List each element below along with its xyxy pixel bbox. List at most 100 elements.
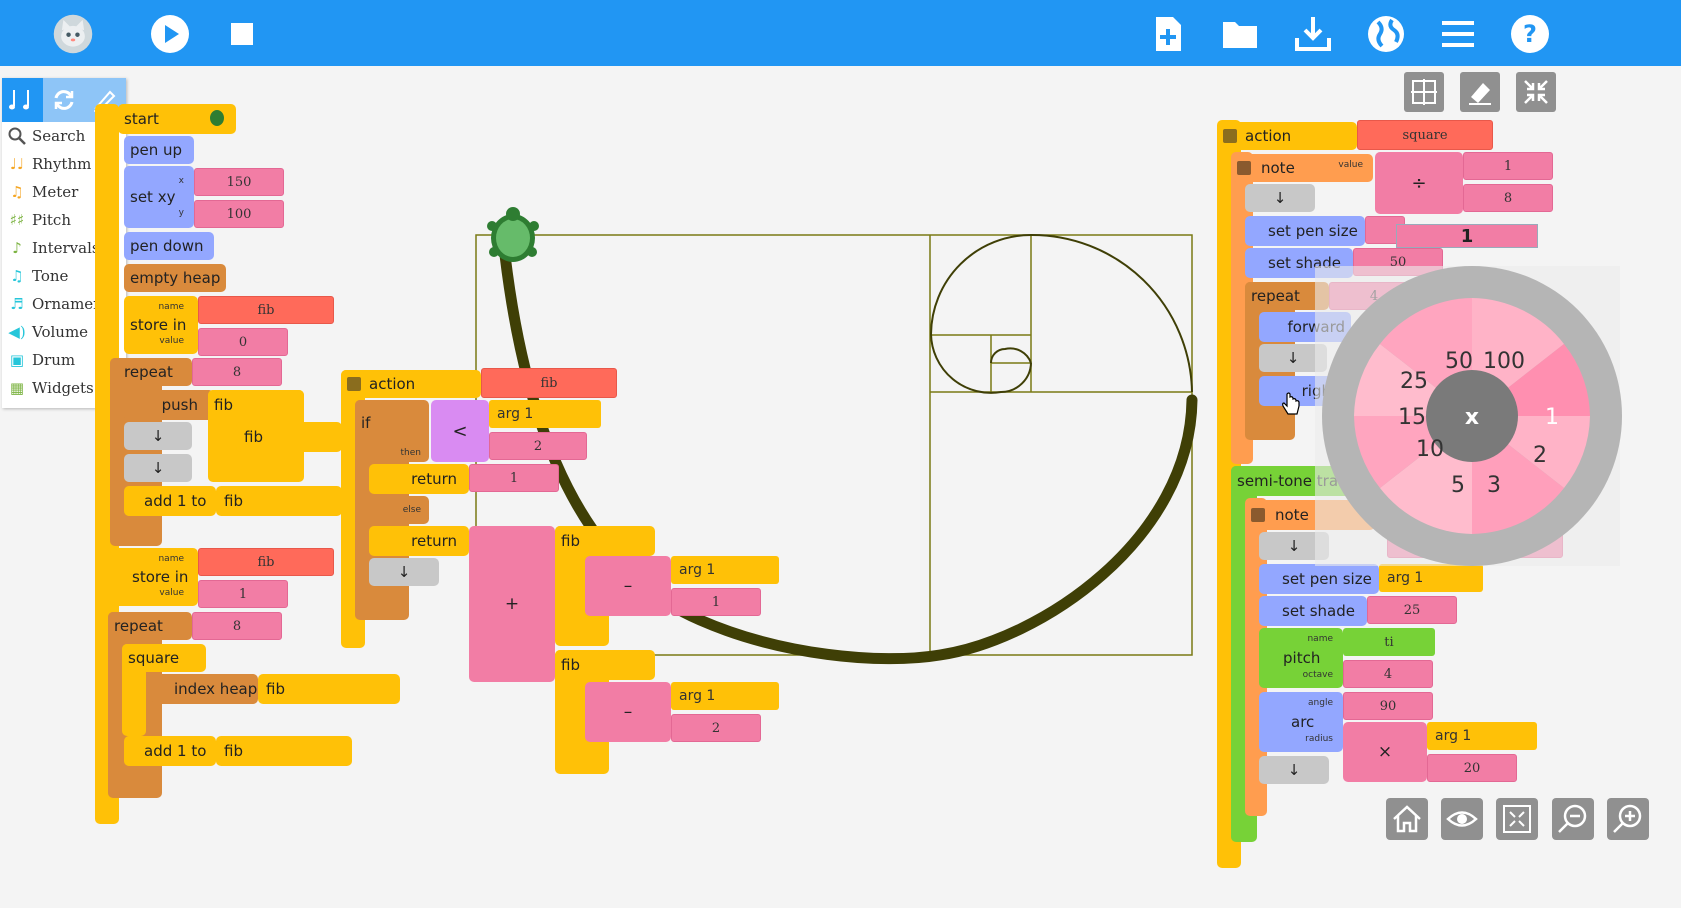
if-block[interactable]: if then [355,400,429,462]
arc-angle[interactable]: 90 [1343,692,1433,720]
drum-icon: ▣ [9,351,25,369]
store-in-block-1[interactable]: store in name value [124,296,198,354]
pen-down-block[interactable]: pen down [124,232,214,260]
collapse-icon[interactable] [347,377,361,391]
hidden-block-1[interactable]: ↓ [124,422,192,450]
less-than-block[interactable]: < [431,400,489,462]
collapse-blocks-icon[interactable] [1496,798,1538,840]
rhythm-icon: ♩♩ [9,155,25,173]
store-name-1[interactable]: fib [198,296,334,324]
pitch-block[interactable]: pitch name octave [1259,628,1343,688]
add-1-block-2[interactable]: add 1 to [124,736,216,766]
push-block[interactable]: push [124,390,214,420]
empty-heap-block[interactable]: empty heap [124,264,226,292]
fib-call-b[interactable]: fib [555,650,655,680]
zoom-out-icon[interactable] [1552,798,1594,840]
block-label: store in [130,316,187,334]
start-block[interactable]: start [118,104,236,134]
block-label: fib [224,492,243,510]
minus-arg1-b[interactable]: arg 1 [671,682,779,710]
divide-block[interactable]: ÷ [1375,152,1463,214]
minus-arg1-a[interactable]: arg 1 [671,556,779,584]
action-fib-block[interactable]: action [341,370,481,398]
block-label: set pen size [1282,570,1372,588]
shade-value-2[interactable]: 25 [1367,596,1457,624]
plus-block[interactable]: + [469,526,555,682]
repeat-block-1[interactable]: repeat [110,358,192,386]
action-fib-name[interactable]: fib [481,368,617,398]
note-denominator[interactable]: 8 [1463,184,1553,212]
add-1-arg-1[interactable]: fib [216,486,342,516]
collapse-icon[interactable] [1223,129,1237,143]
compare-arg1[interactable]: arg 1 [489,400,601,428]
times-value[interactable]: 20 [1427,754,1517,782]
hidden-block-right-1[interactable]: ↓ [1245,184,1315,212]
index-heap-block[interactable]: index heap [152,674,258,704]
repeat-block-2[interactable]: repeat [108,612,192,640]
zoom-in-icon[interactable] [1607,798,1649,840]
name-label: name [1307,634,1333,644]
refresh-icon[interactable] [43,78,84,122]
minus-block-b[interactable]: – [585,682,671,742]
repeat-value-1[interactable]: 8 [192,358,282,386]
pen-up-block[interactable]: pen up [124,136,194,164]
minus-block-a[interactable]: – [585,556,671,616]
block-label: if [361,414,371,432]
eye-icon[interactable] [1441,798,1483,840]
block-label: fib [561,656,580,674]
hidden-block-mid[interactable]: ↓ [369,558,439,586]
pie-value: 10 [1416,437,1444,462]
pitch-name[interactable]: ti [1343,628,1435,656]
set-shade-block-2[interactable]: set shade [1259,596,1367,626]
add-1-block-1[interactable]: add 1 to [124,486,216,516]
times-arg[interactable]: arg 1 [1427,722,1537,750]
repeat-value-2[interactable]: 8 [192,612,282,640]
return-block-2[interactable]: return [369,526,469,556]
value-label: value [159,336,184,346]
store-value-1[interactable]: 0 [198,328,288,356]
index-heap-arg[interactable]: fib [258,674,400,704]
action-square-block[interactable]: action [1217,122,1357,150]
minus-value-b[interactable]: 2 [671,714,761,742]
home-icon[interactable] [1386,798,1428,840]
store-value-2[interactable]: 1 [198,580,288,608]
action-square-name[interactable]: square [1357,120,1493,150]
return-block-1[interactable]: return [369,464,469,494]
block-label: action [1245,127,1292,145]
compare-value[interactable]: 2 [489,432,587,460]
note-block[interactable]: note value [1231,154,1373,182]
store-name-2[interactable]: fib [198,548,334,576]
palette-label: Meter [32,183,79,201]
hidden-block-2[interactable]: ↓ [124,454,192,482]
fib-call-a[interactable]: fib [555,526,655,556]
hand-cursor-icon [1282,392,1300,415]
value-label: value [1338,160,1363,170]
pitch-octave[interactable]: 4 [1343,660,1433,688]
minus-value-a[interactable]: 1 [671,588,761,616]
palette-label: Widgets [32,379,94,397]
pie-value: 100 [1483,349,1525,374]
y-value[interactable]: 100 [194,200,284,228]
square-block[interactable]: square [122,644,206,672]
block-label: note [1261,159,1295,177]
times-block[interactable]: × [1343,722,1427,782]
set-pen-size-block-2[interactable]: set pen size [1259,564,1379,594]
x-value[interactable]: 150 [194,168,284,196]
x-label: x [178,176,184,186]
pen-size-arg-2[interactable]: arg 1 [1379,564,1483,592]
pen-size-number-input[interactable] [1396,224,1538,248]
push-inner-fib[interactable]: fib [236,422,342,452]
return-value-1[interactable]: 1 [469,464,559,492]
set-pen-size-block[interactable]: set pen size [1245,216,1365,246]
push-arg-fib[interactable]: fib [208,390,304,420]
store-in-block-2[interactable]: store in name value [110,548,198,606]
hidden-block-right-4[interactable]: ↓ [1259,756,1329,784]
set-xy-block[interactable]: set xy x y [124,166,194,228]
note-numerator[interactable]: 1 [1463,152,1553,180]
y-label: y [178,208,184,218]
collapse-icon[interactable] [1251,508,1265,522]
collapse-icon[interactable] [1237,161,1251,175]
music-notes-icon[interactable] [2,78,43,122]
add-1-arg-2[interactable]: fib [216,736,352,766]
arc-block[interactable]: arc angle radius [1259,692,1343,752]
